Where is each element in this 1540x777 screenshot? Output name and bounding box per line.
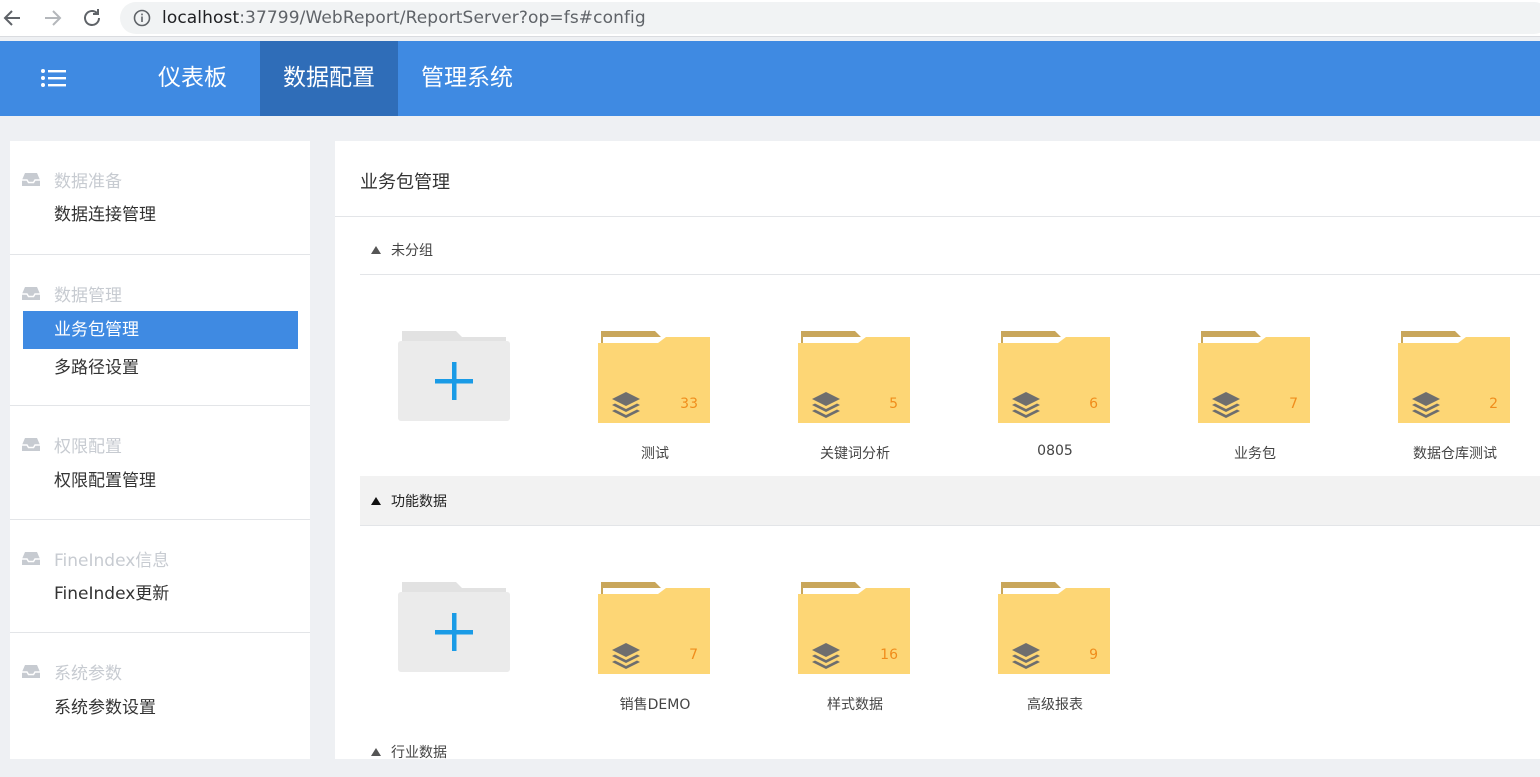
sidebar-group-permission: 权限配置 权限配置管理 — [10, 406, 310, 520]
package-tile[interactable]: 7 业务包 — [1160, 329, 1320, 469]
package-count: 16 — [880, 647, 898, 663]
package-name: 样式数据 — [827, 697, 883, 713]
group-header-function-data[interactable]: 功能数据 — [360, 476, 1540, 526]
info-icon[interactable] — [133, 9, 151, 27]
sidebar-group-title: 系统参数 — [54, 664, 122, 684]
page-title: 业务包管理 — [360, 172, 450, 193]
add-folder-icon — [398, 582, 510, 672]
sidebar-group-data-mgmt: 数据管理 业务包管理 多路径设置 — [10, 255, 310, 406]
inbox-icon — [22, 173, 40, 186]
package-tile[interactable]: 16 样式数据 — [760, 580, 920, 720]
caret-up-icon — [371, 246, 381, 254]
inbox-icon — [22, 665, 40, 678]
sidebar-item-fineindex-update[interactable]: FineIndex更新 — [23, 575, 298, 613]
package-tile[interactable]: 9 高级报表 — [960, 580, 1120, 720]
package-count: 6 — [1089, 396, 1098, 412]
add-package-button[interactable] — [398, 329, 512, 425]
app-header: 仪表板 数据配置 管理系统 — [0, 41, 1540, 116]
sidebar-item-system-params[interactable]: 系统参数设置 — [23, 689, 298, 727]
sidebar-item-permission-mgmt[interactable]: 权限配置管理 — [23, 462, 298, 500]
package-tile[interactable]: 33 测试 — [560, 329, 720, 469]
inbox-icon — [22, 552, 40, 565]
group-label: 未分组 — [391, 243, 433, 259]
address-bar[interactable]: localhost:37799/WebReport/ReportServer?o… — [120, 2, 1540, 34]
inbox-icon — [22, 287, 40, 300]
package-count: 7 — [689, 647, 698, 663]
group-label: 功能数据 — [391, 494, 447, 510]
package-name: 数据仓库测试 — [1413, 446, 1497, 462]
url-host: localhost — [162, 8, 240, 28]
package-name: 业务包 — [1234, 446, 1276, 462]
package-name: 销售DEMO — [619, 697, 691, 713]
group-header-industry-data[interactable]: 行业数据 — [360, 727, 1540, 777]
sidebar-group-title: 权限配置 — [54, 437, 122, 457]
tab-data-config[interactable]: 数据配置 — [260, 41, 398, 116]
sidebar-group-data-prep: 数据准备 数据连接管理 — [10, 141, 310, 255]
package-count: 2 — [1489, 396, 1498, 412]
package-name: 0805 — [1037, 443, 1073, 459]
sidebar-group-title: 数据准备 — [54, 172, 122, 192]
sidebar-group-title: FineIndex信息 — [54, 551, 170, 571]
sidebar: 数据准备 数据连接管理 数据管理 业务包管理 多路径设置 权限配置 权限配置管理… — [10, 141, 310, 759]
package-name: 测试 — [641, 446, 669, 462]
main-panel: 业务包管理 未分组 33 测试 5 关键词分析 6 0805 7 业务包 2 数… — [335, 141, 1540, 761]
menu-list-icon[interactable] — [40, 65, 68, 93]
caret-up-icon — [371, 497, 381, 505]
inbox-icon — [22, 438, 40, 451]
tab-dashboard[interactable]: 仪表板 — [125, 41, 260, 116]
package-tile[interactable]: 6 0805 — [960, 329, 1120, 469]
reload-icon[interactable] — [80, 6, 106, 30]
package-tile[interactable]: 5 关键词分析 — [760, 329, 920, 469]
divider — [335, 216, 1540, 217]
sidebar-group-title: 数据管理 — [54, 286, 122, 306]
sidebar-group-fineindex: FineIndex信息 FineIndex更新 — [10, 520, 310, 633]
sidebar-item-multipath[interactable]: 多路径设置 — [23, 349, 298, 387]
sidebar-item-data-connection[interactable]: 数据连接管理 — [23, 196, 298, 234]
package-tile[interactable]: 2 数据仓库测试 — [1360, 329, 1520, 469]
package-name: 高级报表 — [1027, 697, 1083, 713]
package-count: 33 — [680, 396, 698, 412]
package-tile[interactable]: 7 销售DEMO — [560, 580, 720, 720]
browser-toolbar: localhost:37799/WebReport/ReportServer?o… — [0, 0, 1540, 37]
package-count: 5 — [889, 396, 898, 412]
tab-management-system[interactable]: 管理系统 — [398, 41, 536, 116]
add-folder-icon — [398, 331, 510, 421]
group-header-ungrouped[interactable]: 未分组 — [360, 225, 1540, 275]
package-name: 关键词分析 — [820, 446, 890, 462]
caret-up-icon — [371, 748, 381, 756]
sidebar-group-system-params: 系统参数 系统参数设置 — [10, 633, 310, 759]
back-arrow-icon[interactable] — [0, 6, 26, 30]
url-text: localhost:37799/WebReport/ReportServer?o… — [162, 8, 646, 28]
group-label: 行业数据 — [391, 745, 447, 761]
sidebar-item-business-package[interactable]: 业务包管理 — [23, 311, 298, 349]
add-package-button[interactable] — [398, 580, 512, 676]
package-count: 7 — [1289, 396, 1298, 412]
url-path: :37799/WebReport/ReportServer?op=fs#conf… — [239, 8, 646, 28]
forward-arrow-icon[interactable] — [40, 6, 66, 30]
package-count: 9 — [1089, 647, 1098, 663]
